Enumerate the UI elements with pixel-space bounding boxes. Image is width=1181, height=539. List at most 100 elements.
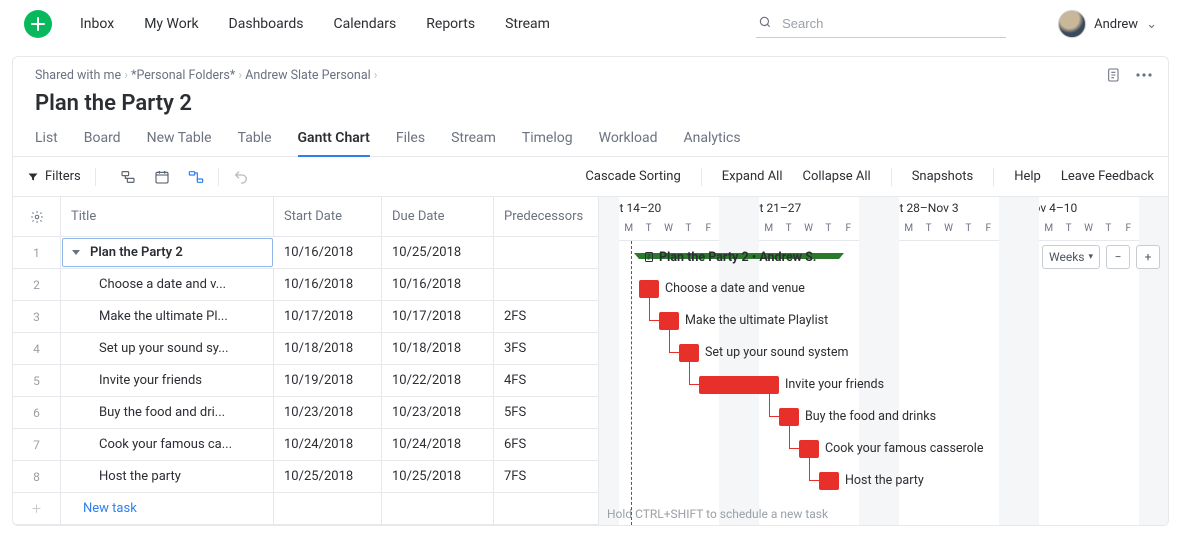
row-number: 5 [13, 365, 61, 396]
start-date-cell[interactable]: 10/25/2018 [274, 461, 382, 492]
add-button[interactable] [24, 10, 52, 38]
title-cell[interactable]: Choose a date and v... [61, 269, 274, 300]
task-row[interactable]: 8Host the party10/25/201810/25/20187FS [13, 461, 598, 493]
task-bar-label: Host the party [845, 472, 924, 490]
dependencies-icon[interactable] [188, 169, 204, 185]
start-date-cell[interactable]: 10/16/2018 [274, 237, 382, 268]
start-date-cell[interactable]: 10/18/2018 [274, 333, 382, 364]
new-task-row[interactable]: +New task [13, 493, 598, 525]
title-cell[interactable]: Host the party [61, 461, 274, 492]
tab-files[interactable]: Files [396, 130, 425, 156]
nav-stream[interactable]: Stream [505, 16, 550, 32]
zoom-out-button[interactable]: − [1106, 245, 1130, 269]
task-bar[interactable] [699, 376, 779, 394]
search-input[interactable] [780, 15, 1004, 32]
scale-selector[interactable]: Weeks▾ [1042, 245, 1100, 269]
title-cell[interactable]: Plan the Party 2 [62, 238, 273, 267]
tab-new-table[interactable]: New Table [147, 130, 212, 156]
gantt-row: Choose a date and venue [599, 273, 1168, 305]
title-cell[interactable]: Cook your famous ca... [61, 429, 274, 460]
title-cell[interactable]: Make the ultimate Pl... [61, 301, 274, 332]
task-row[interactable]: 4Set up your sound sy...10/18/201810/18/… [13, 333, 598, 365]
predecessor-cell[interactable]: 2FS [494, 301, 598, 332]
search-box[interactable] [756, 11, 1006, 38]
task-row[interactable]: 5Invite your friends10/19/201810/22/2018… [13, 365, 598, 397]
toolbar-snapshots[interactable]: Snapshots [912, 169, 974, 184]
due-date-cell[interactable]: 10/17/2018 [382, 301, 494, 332]
folder-tree-icon[interactable] [120, 169, 136, 185]
toolbar-collapse-all[interactable]: Collapse All [803, 169, 871, 184]
crumb[interactable]: Andrew Slate Personal [245, 68, 370, 83]
task-row[interactable]: 6Buy the food and dri...10/23/201810/23/… [13, 397, 598, 429]
calendar-icon[interactable] [154, 169, 170, 185]
tab-analytics[interactable]: Analytics [684, 130, 741, 156]
tab-board[interactable]: Board [84, 130, 121, 156]
tab-list[interactable]: List [35, 130, 58, 156]
more-icon[interactable] [1136, 73, 1152, 77]
crumb[interactable]: Shared with me [35, 68, 121, 83]
task-bar[interactable] [679, 344, 699, 362]
predecessor-cell[interactable]: 3FS [494, 333, 598, 364]
col-title[interactable]: Title [61, 197, 274, 236]
toolbar-leave-feedback[interactable]: Leave Feedback [1061, 169, 1154, 184]
nav-reports[interactable]: Reports [426, 16, 475, 32]
task-bar[interactable] [779, 408, 799, 426]
task-bar[interactable] [639, 280, 659, 298]
nav-calendars[interactable]: Calendars [333, 16, 396, 32]
predecessor-cell[interactable] [494, 237, 598, 268]
task-grid: Title Start Date Due Date Predecessors 1… [13, 197, 599, 525]
task-row[interactable]: 2Choose a date and v...10/16/201810/16/2… [13, 269, 598, 301]
nav-dashboards[interactable]: Dashboards [229, 16, 304, 32]
predecessor-cell[interactable]: 6FS [494, 429, 598, 460]
tab-stream[interactable]: Stream [451, 130, 496, 156]
grid-settings-button[interactable] [13, 197, 61, 236]
zoom-in-button[interactable]: + [1136, 245, 1160, 269]
predecessor-cell[interactable]: 5FS [494, 397, 598, 428]
predecessor-cell[interactable] [494, 269, 598, 300]
task-row[interactable]: 7Cook your famous ca...10/24/201810/24/2… [13, 429, 598, 461]
filters-button[interactable]: Filters [27, 169, 81, 184]
title-cell[interactable]: Invite your friends [61, 365, 274, 396]
tab-table[interactable]: Table [238, 130, 272, 156]
col-start-date[interactable]: Start Date [274, 197, 382, 236]
due-date-cell[interactable]: 10/24/2018 [382, 429, 494, 460]
tab-workload[interactable]: Workload [599, 130, 658, 156]
start-date-cell[interactable]: 10/23/2018 [274, 397, 382, 428]
nav-links: Inbox My Work Dashboards Calendars Reports St… [80, 16, 550, 32]
start-date-cell[interactable]: 10/17/2018 [274, 301, 382, 332]
due-date-cell[interactable]: 10/22/2018 [382, 365, 494, 396]
nav-my-work[interactable]: My Work [144, 16, 198, 32]
predecessor-cell[interactable]: 4FS [494, 365, 598, 396]
undo-icon[interactable] [233, 169, 249, 185]
tab-timelog[interactable]: Timelog [522, 130, 573, 156]
due-date-cell[interactable]: 10/23/2018 [382, 397, 494, 428]
info-icon[interactable] [1106, 67, 1122, 83]
toolbar-help[interactable]: Help [1014, 169, 1041, 184]
due-date-cell[interactable]: 10/16/2018 [382, 269, 494, 300]
start-date-cell[interactable]: 10/16/2018 [274, 269, 382, 300]
user-menu[interactable]: Andrew ⌄ [1058, 10, 1157, 38]
predecessor-cell[interactable]: 7FS [494, 461, 598, 492]
add-row-icon[interactable]: + [13, 493, 61, 524]
gantt-timeline[interactable]: Oct 14–20SMTWTFSOct 21–27SMTWTFSOct 28–N… [599, 197, 1168, 525]
task-row[interactable]: 1Plan the Party 210/16/201810/25/2018 [13, 237, 598, 269]
task-bar[interactable] [819, 472, 839, 490]
tab-gantt-chart[interactable]: Gantt Chart [298, 130, 370, 156]
col-due-date[interactable]: Due Date [382, 197, 494, 236]
toolbar-expand-all[interactable]: Expand All [722, 169, 783, 184]
due-date-cell[interactable]: 10/18/2018 [382, 333, 494, 364]
collapse-caret-icon[interactable] [72, 250, 80, 255]
col-predecessors[interactable]: Predecessors [494, 197, 598, 236]
title-cell[interactable]: Set up your sound sy... [61, 333, 274, 364]
task-bar[interactable] [799, 440, 819, 458]
task-bar[interactable] [659, 312, 679, 330]
start-date-cell[interactable]: 10/19/2018 [274, 365, 382, 396]
start-date-cell[interactable]: 10/24/2018 [274, 429, 382, 460]
crumb[interactable]: *Personal Folders* [131, 68, 235, 83]
due-date-cell[interactable]: 10/25/2018 [382, 237, 494, 268]
nav-inbox[interactable]: Inbox [80, 16, 114, 32]
toolbar-cascade-sorting[interactable]: Cascade Sorting [585, 169, 680, 184]
task-row[interactable]: 3Make the ultimate Pl...10/17/201810/17/… [13, 301, 598, 333]
title-cell[interactable]: Buy the food and dri... [61, 397, 274, 428]
due-date-cell[interactable]: 10/25/2018 [382, 461, 494, 492]
